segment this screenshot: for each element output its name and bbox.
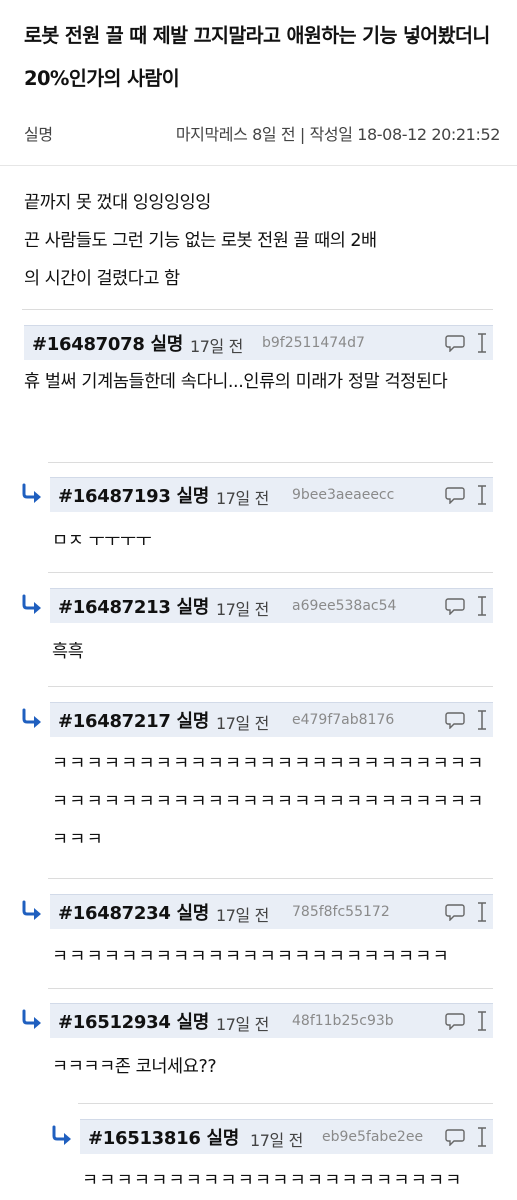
- reply-arrow-icon: [20, 483, 44, 505]
- comment-time: 17일 전: [216, 1015, 269, 1034]
- comment-text: ㅋㅋㅋㅋㅋㅋㅋㅋㅋㅋㅋㅋㅋㅋㅋㅋㅋㅋㅋㅋㅋㅋㅋㅋㅋㅋㅋㅋㅋㅋㅋㅋㅋㅋㅋㅋㅋㅋㅋㅋ…: [52, 754, 485, 850]
- comment-number[interactable]: #16512934 실명: [58, 1008, 209, 1034]
- comment-divider: [48, 686, 493, 687]
- reply-arrow-icon: [20, 708, 44, 730]
- comment-time: 17일 전: [216, 714, 269, 733]
- post-timestamps: 마지막레스 8일 전 | 작성일 18-08-12 20:21:52: [175, 125, 501, 144]
- reply-arrow-icon: [20, 594, 44, 616]
- post-title: 로봇 전원 끌 때 제발 끄지말라고 애원하는 기능 넣어봤더니 20%인가의 …: [24, 24, 490, 90]
- comment-text: ㅋㅋㅋㅋㅋㅋㅋㅋㅋㅋㅋㅋㅋㅋㅋㅋㅋㅋㅋㅋㅋㅋㅋ: [52, 947, 450, 967]
- speech-bubble-icon[interactable]: [445, 903, 465, 922]
- comment-number[interactable]: #16513816 실명: [88, 1124, 239, 1150]
- comment-hash: a69ee538ac54: [292, 598, 397, 614]
- text-cursor-icon[interactable]: [476, 595, 488, 617]
- comment-hash: 48f11b25c93b: [292, 1013, 394, 1029]
- post-body-text: 끝까지 못 껐대 잉잉잉잉잉 끈 사람들도 그런 기능 없는 로봇 전원 끌 때…: [24, 193, 377, 289]
- text-cursor-icon[interactable]: [476, 1126, 488, 1148]
- comment-hash: e479f7ab8176: [292, 712, 395, 728]
- comment-time: 17일 전: [216, 906, 269, 925]
- comment-number[interactable]: #16487213 실명: [58, 593, 209, 619]
- post-author[interactable]: 실명: [24, 121, 53, 145]
- comment-header: #16487078 실명 17일 전 b9f2511474d7: [24, 325, 493, 360]
- comment-divider: [48, 462, 493, 463]
- text-cursor-icon[interactable]: [476, 709, 488, 731]
- speech-bubble-icon[interactable]: [445, 711, 465, 730]
- comment-time: 17일 전: [216, 600, 269, 619]
- speech-bubble-icon[interactable]: [445, 1012, 465, 1031]
- speech-bubble-icon[interactable]: [445, 334, 465, 353]
- text-cursor-icon[interactable]: [476, 901, 488, 923]
- comment-header: #16513816 실명 17일 전 eb9e5fabe2ee: [80, 1119, 493, 1154]
- comment-number[interactable]: #16487193 실명: [58, 482, 209, 508]
- comment-header: #16512934 실명 17일 전 48f11b25c93b: [50, 1003, 493, 1038]
- reply-arrow-icon: [20, 1009, 44, 1031]
- speech-bubble-icon[interactable]: [445, 597, 465, 616]
- comment-header: #16487234 실명 17일 전 785f8fc55172: [50, 894, 493, 929]
- reply-arrow-icon: [50, 1125, 74, 1147]
- comment-number[interactable]: #16487217 실명: [58, 707, 209, 733]
- comment-number[interactable]: #16487234 실명: [58, 899, 209, 925]
- comment-text: ㅋㅋㅋㅋㅋㅋㅋㅋㅋㅋㅋㅋㅋㅋㅋㅋㅋㅋㅋㅋㅋㅋ: [82, 1171, 463, 1191]
- comment-text: ㅁㅈ ㅜㅜㅜㅜ: [52, 531, 152, 551]
- post-meta: 실명 마지막레스 8일 전 | 작성일 18-08-12 20:21:52: [24, 121, 500, 147]
- speech-bubble-icon[interactable]: [445, 486, 465, 505]
- comment-header: #16487213 실명 17일 전 a69ee538ac54: [50, 588, 493, 623]
- comment-hash: 785f8fc55172: [292, 904, 390, 920]
- reply-arrow-icon: [20, 900, 44, 922]
- post-body: 끝까지 못 껐대 잉잉잉잉잉 끈 사람들도 그런 기능 없는 로봇 전원 끌 때…: [24, 184, 494, 298]
- comment-divider: [78, 1103, 493, 1104]
- comment-divider: [48, 988, 493, 989]
- post-divider: [0, 165, 517, 166]
- comment-text: ㅋㅋㅋㅋ존 코너세요??: [52, 1057, 217, 1077]
- comment-header: #16487217 실명 17일 전 e479f7ab8176: [50, 702, 493, 737]
- text-cursor-icon[interactable]: [476, 484, 488, 506]
- comment-time: 17일 전: [216, 489, 269, 508]
- comment-hash: 9bee3aeaeecc: [292, 487, 395, 503]
- comment-text: 흑흑: [52, 642, 84, 662]
- comment-time: 17일 전: [250, 1131, 303, 1150]
- comment-header: #16487193 실명 17일 전 9bee3aeaeecc: [50, 477, 493, 512]
- text-cursor-icon[interactable]: [476, 332, 488, 354]
- comment-divider: [48, 572, 493, 573]
- comment-time: 17일 전: [190, 337, 243, 356]
- comment-text: 휴 벌써 기계놈들한데 속다니...인류의 미래가 정말 걱정된다: [24, 372, 448, 392]
- comment-hash: b9f2511474d7: [262, 335, 365, 351]
- text-cursor-icon[interactable]: [476, 1010, 488, 1032]
- comment-number[interactable]: #16487078 실명: [32, 330, 183, 356]
- comment-divider: [22, 309, 493, 310]
- comment-hash: eb9e5fabe2ee: [322, 1129, 424, 1145]
- speech-bubble-icon[interactable]: [445, 1128, 465, 1147]
- comment-divider: [48, 878, 493, 879]
